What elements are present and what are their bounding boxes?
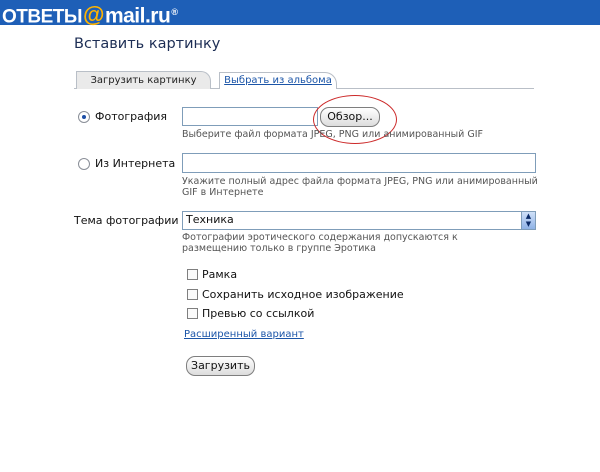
topic-label: Тема фотографии [74, 214, 179, 227]
advanced-mode-link[interactable]: Расширенный вариант [184, 329, 304, 340]
tab-choose-from-album[interactable]: Выбрать из альбома [219, 72, 337, 89]
topic-select[interactable]: Техника ▲ ▼ [182, 211, 536, 230]
page-title: Вставить картинку [74, 36, 221, 52]
photo-radio[interactable] [78, 111, 90, 123]
photo-label: Фотография [95, 110, 168, 123]
preview-link-label: Превью со ссылкой [202, 307, 315, 320]
internet-label: Из Интернета [95, 157, 176, 170]
site-logo[interactable]: ОТВЕТЫ@mail.ru® [2, 1, 178, 28]
photo-hint: Выберите файл формата JPEG, PNG или аним… [182, 129, 484, 140]
photo-file-input[interactable] [182, 107, 318, 126]
topic-hint: Фотографии эротического содержания допус… [182, 232, 458, 254]
spinner-arrows-icon: ▲ ▼ [521, 212, 535, 229]
keep-original-label: Сохранить исходное изображение [202, 288, 404, 301]
preview-link-checkbox[interactable] [187, 308, 198, 319]
internet-hint: Укажите полный адрес файла формата JPEG,… [182, 176, 538, 198]
tab-upload-picture[interactable]: Загрузить картинку [76, 71, 211, 89]
frame-checkbox[interactable] [187, 269, 198, 280]
upload-button[interactable]: Загрузить [186, 356, 255, 376]
topic-select-value: Техника [186, 213, 234, 226]
internet-radio[interactable] [78, 158, 90, 170]
keep-original-checkbox[interactable] [187, 289, 198, 300]
frame-label: Рамка [202, 268, 238, 281]
internet-url-input[interactable] [182, 153, 536, 173]
